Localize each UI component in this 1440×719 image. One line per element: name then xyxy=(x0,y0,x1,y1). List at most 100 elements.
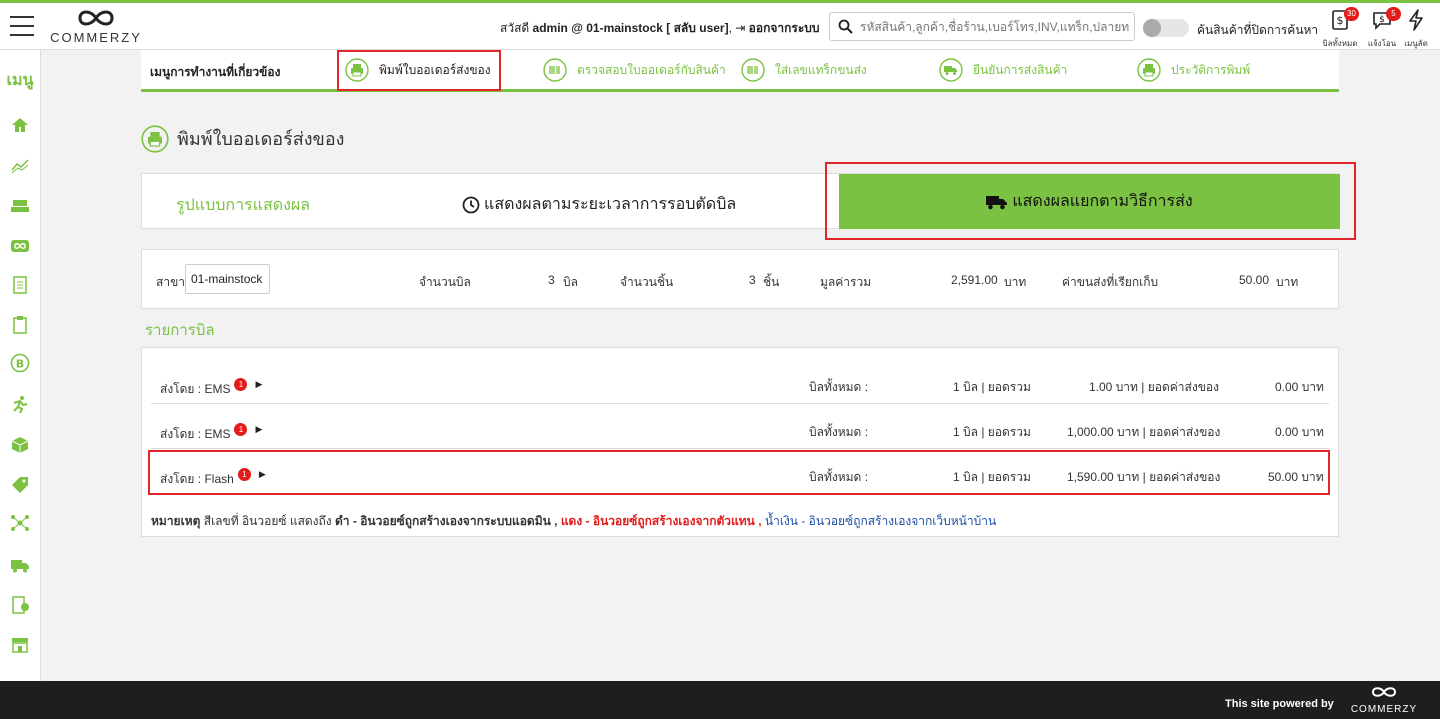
shipping-fee-value: 50.00 xyxy=(1239,273,1270,287)
menu-item-label: ประวัติการพิมพ์ xyxy=(1171,62,1251,77)
shipping-fee-label: ค่าขนส่งที่เรียกเก็บ xyxy=(1062,275,1159,289)
tag-icon[interactable] xyxy=(10,475,30,495)
lightning-icon xyxy=(1409,9,1423,31)
note-prefix: หมายเหตุ xyxy=(151,514,201,528)
switch-user-link[interactable]: [ สลับ user] xyxy=(666,21,728,35)
menu-item-confirm-shipping[interactable]: ยืนยันการส่งสินค้า xyxy=(939,56,1067,84)
bill-shipping: 0.00 บาท xyxy=(1275,380,1324,394)
bill-amount: 1,000.00 บาท | ยอดค่าส่งของ xyxy=(1067,425,1221,439)
search-box xyxy=(829,12,1135,41)
box-icon[interactable] xyxy=(10,435,30,455)
user-greeting: สวัสดี admin @ 01-mainstock [ สลับ user]… xyxy=(500,21,820,35)
branch-field[interactable] xyxy=(185,264,270,294)
highlight-shipping-method xyxy=(825,162,1356,240)
current-user: admin @ 01-mainstock xyxy=(532,21,663,35)
toggle-knob xyxy=(1143,19,1161,37)
piece-count-label: จำนวนชิ้น xyxy=(620,275,674,289)
clock-icon xyxy=(462,196,480,213)
total-value: 2,591.00 xyxy=(951,273,998,287)
transfer-notify-label: แจ้งโอน xyxy=(1367,39,1397,48)
caret-right-icon[interactable]: ▶ xyxy=(255,424,262,435)
menu-item-label: ใส่เลขแทร็กขนส่ง xyxy=(775,62,867,77)
bill-count-badge: 1 xyxy=(234,423,248,436)
shipping-currency: บาท xyxy=(1276,275,1299,289)
bill-count: 1 บิล | ยอดรวม xyxy=(953,425,1031,439)
piece-count-value: 3 xyxy=(749,273,756,287)
greeting-prefix: สวัสดี xyxy=(500,21,530,35)
branch-label: สาขา xyxy=(156,275,186,289)
piece-unit: ชิ้น xyxy=(763,275,780,289)
menu-item-print-history[interactable]: ประวัติการพิมพ์ xyxy=(1137,56,1250,84)
left-sidebar: เมนู B xyxy=(0,50,41,681)
logout-link[interactable]: ออกจากระบบ xyxy=(749,21,820,35)
truck-icon xyxy=(939,58,963,82)
bill-amount: 1.00 บาท | ยอดค่าส่งของ xyxy=(1089,380,1219,394)
logo[interactable]: COMMERZY xyxy=(48,7,144,45)
footer-logo: COMMERZY xyxy=(1350,685,1418,715)
bill-unit: บิล xyxy=(563,275,578,289)
hidden-product-search-toggle[interactable] xyxy=(1143,19,1189,37)
printer-icon xyxy=(141,124,169,153)
note-black: ดำ - อินวอยซ์ถูกสร้างเองจากระบบแอดมิน , xyxy=(335,514,558,528)
shipping-group-row[interactable]: ส่งโดย : EMS 1 ▶ บิลทั้งหมด : 1 บิล | ยอดร… xyxy=(151,360,1329,404)
hamburger-menu-icon[interactable] xyxy=(10,16,34,36)
network-icon[interactable] xyxy=(10,513,30,533)
all-bills-button[interactable]: $ 30 บิลทั้งหมด xyxy=(1322,7,1359,50)
menu-item-label: ตรวจสอบใบออเดอร์กับสินค้า xyxy=(577,62,726,77)
note-red: แดง - อินวอยซ์ถูกสร้างเองจากตัวแทน , xyxy=(557,514,762,528)
trend-chart-icon[interactable] xyxy=(10,155,30,175)
home-icon[interactable] xyxy=(10,115,30,135)
all-bills-label: บิลทั้งหมด : xyxy=(809,425,869,439)
bitcoin-icon[interactable]: B xyxy=(10,353,30,373)
footer-logo-text: COMMERZY xyxy=(1350,704,1418,715)
infinity-logo-icon xyxy=(1371,687,1397,697)
report-money-icon[interactable] xyxy=(10,595,30,615)
printer-icon xyxy=(1137,58,1161,82)
search-input[interactable] xyxy=(860,17,1130,37)
shortcut-menu-label: เมนูลัด xyxy=(1404,39,1428,48)
page-title-text: พิมพ์ใบออเดอร์ส่งของ xyxy=(177,129,345,149)
bill-count-value: 3 xyxy=(548,273,555,287)
clipboard-edit-icon[interactable] xyxy=(10,315,30,335)
bill-shipping: 0.00 บาท xyxy=(1275,425,1324,439)
all-bills-badge: 30 xyxy=(1344,7,1359,21)
document-list-icon[interactable] xyxy=(10,275,30,295)
note-text: สีเลขที่ อินวอยซ์ แสดงถึง xyxy=(200,514,336,528)
infinity-logo-icon xyxy=(78,10,114,26)
related-menu-bar: เมนูการทำงานที่เกี่ยวข้อง พิมพ์ใบออเดอร์… xyxy=(141,50,1339,92)
bill-count-badge: 1 xyxy=(234,378,248,391)
infinity-box-icon[interactable] xyxy=(10,235,30,255)
ship-by-label: ส่งโดย : EMS 1 ▶ xyxy=(160,423,262,444)
svg-text:$: $ xyxy=(1379,15,1385,25)
caret-right-icon[interactable]: ▶ xyxy=(255,379,262,390)
total-currency: บาท xyxy=(1004,275,1027,289)
store-icon[interactable] xyxy=(10,635,30,655)
powered-by-text: This site powered by xyxy=(1225,698,1334,710)
menu-item-enter-tracking[interactable]: ใส่เลขแทร็กขนส่ง xyxy=(741,56,867,84)
ship-by-text: ส่งโดย : EMS xyxy=(160,382,231,396)
truck-icon[interactable] xyxy=(10,555,30,575)
shortcut-menu-button[interactable]: เมนูลัด xyxy=(1398,9,1434,50)
display-mode-label: รูปแบบการแสดงผล xyxy=(176,197,311,214)
menu-item-label: ยืนยันการส่งสินค้า xyxy=(973,62,1068,77)
person-running-icon[interactable] xyxy=(10,395,30,415)
note-blue: น้ำเงิน - อินวอยซ์ถูกสร้างเองจากเว็บหน้า… xyxy=(761,514,997,528)
display-by-cutoff-time-label: แสดงผลตามระยะเวลาการรอบตัดบิล xyxy=(484,196,737,213)
display-by-cutoff-time-button[interactable]: แสดงผลตามระยะเวลาการรอบตัดบิล xyxy=(462,192,736,217)
footer: This site powered by COMMERZY xyxy=(0,681,1440,719)
sidebar-title: เมนู xyxy=(6,72,34,89)
bill-count: 1 บิล | ยอดรวม xyxy=(953,380,1031,394)
barcode-scan-icon xyxy=(741,58,765,82)
menu-item-check-order[interactable]: ตรวจสอบใบออเดอร์กับสินค้า xyxy=(543,56,726,84)
page-title: พิมพ์ใบออเดอร์ส่งของ xyxy=(141,124,344,153)
transfer-notify-button[interactable]: $ 5 แจ้งโอน xyxy=(1364,7,1401,50)
shipping-group-row[interactable]: ส่งโดย : EMS 1 ▶ บิลทั้งหมด : 1 บิล | ยอดร… xyxy=(151,405,1329,449)
cash-register-icon[interactable] xyxy=(10,195,30,215)
highlight-print-order xyxy=(337,50,501,91)
menu-heading: เมนูการทำงานที่เกี่ยวข้อง xyxy=(150,65,281,79)
highlight-flash-row xyxy=(148,450,1330,495)
bill-count-label: จำนวนบิล xyxy=(419,275,471,289)
all-bills-label: บิลทั้งหมด : xyxy=(809,380,869,394)
bill-list-title: รายการบิล xyxy=(145,322,215,339)
svg-text:B: B xyxy=(16,358,24,371)
